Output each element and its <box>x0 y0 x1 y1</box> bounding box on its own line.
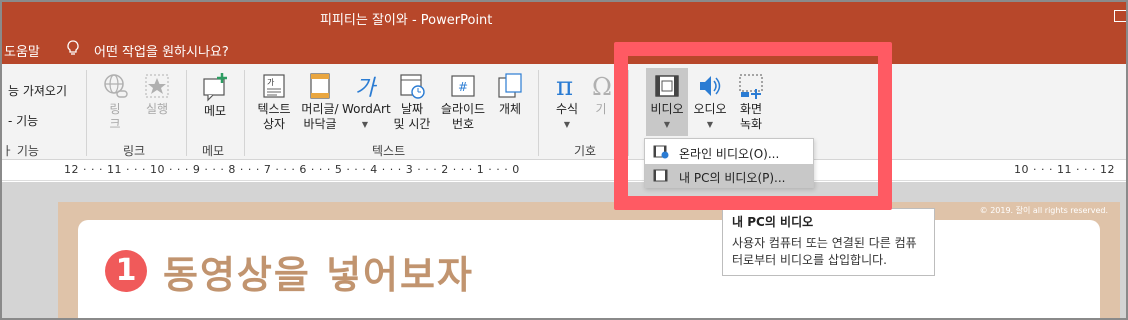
memo-label: 메모 <box>203 104 227 118</box>
header-footer-label: 머리글/ 바닥글 <box>301 102 339 131</box>
ribbon: 능 가져오기 - 기능 ㅏ 기능 링 크 실행 링크 메모 메모 가 텍스트 상… <box>2 64 1126 160</box>
menu-help[interactable]: 도움말 <box>4 41 40 60</box>
separator <box>244 70 245 156</box>
header-footer-icon <box>310 73 330 99</box>
link-globe-icon <box>104 74 128 98</box>
slide-content-box: 1 동영상을 넣어보자 <box>78 220 1100 318</box>
action-button[interactable]: 실행 <box>140 72 174 117</box>
slide-canvas: © 2019. 잘이 all rights reserved. 1 동영상을 넣… <box>2 182 1126 318</box>
equation-button[interactable]: π 수식 ▼ <box>548 72 586 132</box>
wordart-label: WordArt <box>342 102 391 116</box>
chevron-down-icon: ▼ <box>361 120 369 129</box>
wordart-icon: 가 <box>355 76 378 100</box>
svg-text:가: 가 <box>355 76 378 100</box>
separator <box>186 70 187 156</box>
object-button[interactable]: 개체 <box>492 72 528 117</box>
pi-icon: π <box>556 72 573 100</box>
horizontal-ruler[interactable]: 12 · · · 11 · · · 10 · · · 9 · · · 8 · ·… <box>2 161 1126 181</box>
text-group-label: 텍스트 <box>372 144 406 158</box>
slide-number-icon: # <box>451 75 475 97</box>
addins-get-label[interactable]: 능 가져오기 <box>8 82 67 99</box>
step-number-badge: 1 <box>105 250 147 292</box>
svg-text:#: # <box>458 80 468 94</box>
object-label: 개체 <box>498 102 522 116</box>
header-footer-button[interactable]: 머리글/ 바닥글 <box>298 72 342 132</box>
symbols-group-label: 기호 <box>574 144 597 158</box>
restore-window-icon[interactable] <box>1114 10 1126 22</box>
addins-my-label[interactable]: - 기능 <box>8 112 38 129</box>
addins-group-label: ㅏ 기능 <box>2 144 39 158</box>
app-window: 피피티는 잘이와 - PowerPoint 도움말 어떤 작업을 원하시나요? … <box>0 0 1128 320</box>
equation-label: 수식 <box>555 102 579 116</box>
link-button[interactable]: 링 크 <box>98 72 132 132</box>
chevron-down-icon: ▼ <box>563 120 571 129</box>
slide-number-button[interactable]: # 슬라이드 번호 <box>436 72 490 132</box>
links-group-label: 링크 <box>123 144 146 158</box>
menu-bar: 도움말 어떤 작업을 원하시나요? <box>2 32 1126 64</box>
lightbulb-icon <box>67 40 79 55</box>
textbox-button[interactable]: 가 텍스트 상자 <box>252 72 296 132</box>
svg-text:π: π <box>556 72 573 100</box>
ruler-left-scale: 12 · · · 11 · · · 10 · · · 9 · · · 8 · ·… <box>64 163 520 176</box>
datetime-label: 날짜 및 시간 <box>393 102 431 131</box>
separator <box>538 70 539 156</box>
calendar-clock-icon <box>400 74 425 99</box>
slide-copyright: © 2019. 잘이 all rights reserved. <box>979 206 1108 215</box>
textbox-label: 텍스트 상자 <box>257 102 291 131</box>
datetime-button[interactable]: 날짜 및 시간 <box>390 72 434 132</box>
highlight-box <box>614 42 892 210</box>
new-comment-icon <box>203 73 227 102</box>
object-icon <box>498 73 522 98</box>
tell-me-search[interactable]: 어떤 작업을 원하시나요? <box>94 41 229 60</box>
pc-video-tooltip: 내 PC의 비디오 사용자 컴퓨터 또는 연결된 다른 컴퓨터로부터 비디오를 … <box>722 208 935 276</box>
svg-text:가: 가 <box>267 78 275 87</box>
tooltip-body: 사용자 컴퓨터 또는 연결된 다른 컴퓨터로부터 비디오를 삽입합니다. <box>732 236 917 267</box>
memo-group-label: 메모 <box>202 144 225 158</box>
wordart-button[interactable]: 가 WordArt ▼ <box>342 72 391 132</box>
separator <box>86 70 87 156</box>
action-star-icon <box>145 74 169 98</box>
slide[interactable]: © 2019. 잘이 all rights reserved. 1 동영상을 넣… <box>58 202 1120 318</box>
window-title: 피피티는 잘이와 - PowerPoint <box>320 13 493 28</box>
action-label: 실행 <box>145 102 169 116</box>
symbol-button[interactable]: Ω 기 <box>590 72 612 117</box>
slide-title[interactable]: 동영상을 넣어보자 <box>163 244 474 299</box>
textbox-icon: 가 <box>263 74 285 98</box>
title-bar: 피피티는 잘이와 - PowerPoint <box>2 2 1126 32</box>
svg-text:Ω: Ω <box>592 73 612 100</box>
ruler-right-scale: 10 · · · 11 · · · 12 <box>1014 163 1115 176</box>
link-label: 링 크 <box>109 102 121 131</box>
memo-button[interactable]: 메모 <box>196 72 234 119</box>
tooltip-title: 내 PC의 비디오 <box>732 215 814 229</box>
omega-icon: Ω <box>592 73 612 100</box>
symbol-label: 기 <box>595 102 607 116</box>
slide-number-label: 슬라이드 번호 <box>440 102 486 131</box>
